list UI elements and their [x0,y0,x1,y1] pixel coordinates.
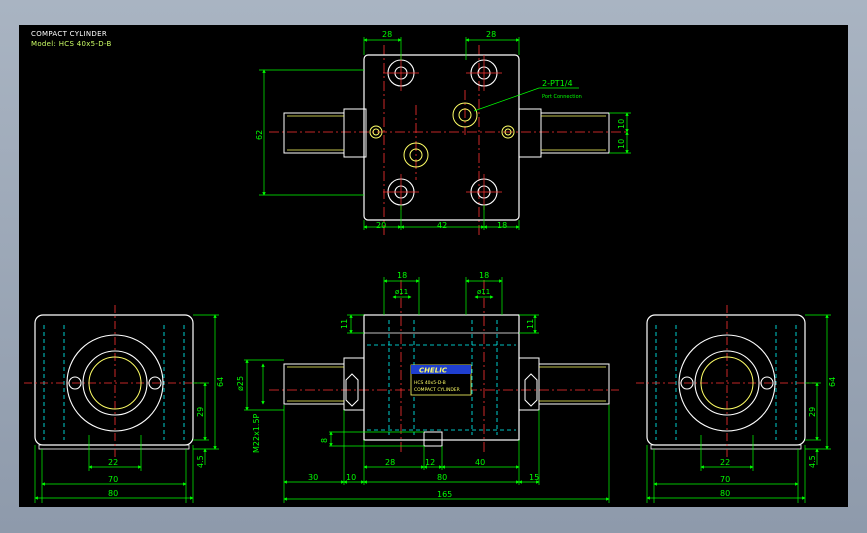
dim-mid-8: 8 [320,438,329,443]
dim-mid-11b: 11 [526,319,535,329]
top-view: 28 28 62 10 10 20 42 18 2-PT1/4 Port Con… [255,30,631,235]
dim-top-20: 20 [376,221,386,230]
dim-mid-165: 165 [437,490,452,499]
plate-line2: COMPACT CYLINDER [414,387,460,393]
drawing-title: COMPACT CYLINDER [31,30,107,38]
dim-mid-12: 12 [425,458,435,467]
window-frame: COMPACT CYLINDER Model: HCS 40x5-D-B 28 … [0,0,867,533]
dim-l-70: 70 [108,475,118,484]
dim-l-80: 80 [108,489,118,498]
drawing-model: Model: HCS 40x5-D-B [31,40,112,48]
dim-mid-80: 80 [437,473,447,482]
dim-mid-10: 10 [346,473,356,482]
dim-mid-d25: ø25 [236,376,245,391]
dim-r-80: 80 [720,489,730,498]
dim-r-22: 22 [720,458,730,467]
brand-label: CHELIC [419,367,448,375]
port-label: 2-PT1/4 [542,79,573,88]
dim-r-29: 29 [808,407,817,417]
dim-top-10b: 10 [617,139,626,149]
dim-r-70: 70 [720,475,730,484]
dim-mid-28: 28 [385,458,395,467]
dim-mid-15: 15 [529,473,539,482]
dim-top-28b: 28 [486,30,496,39]
dim-r-45: 4.5 [808,455,817,468]
dim-mid-11a: 11 [340,319,349,329]
dim-l-64: 64 [216,377,225,387]
left-end-view: 64 29 4.5 22 70 80 [24,305,225,503]
drawing-canvas: 28 28 62 10 10 20 42 18 2-PT1/4 Port Con… [24,30,837,503]
dim-l-45: 4.5 [196,455,205,468]
dim-mid-40: 40 [475,458,485,467]
plate-line1: HCS 40x5-D-B [414,380,446,386]
dim-l-29: 29 [196,407,205,417]
dim-top-18: 18 [497,221,507,230]
dim-mid-d11b: ø11 [477,288,490,296]
dim-mid-18b: 18 [479,271,489,280]
port-sublabel: Port Connection [542,94,582,100]
dim-top-42: 42 [437,221,447,230]
dim-top-28a: 28 [382,30,392,39]
dim-mid-m22: M22x1.5P [252,413,261,453]
dim-l-22: 22 [108,458,118,467]
right-end-view: 64 29 4.5 22 70 80 [636,305,837,503]
front-view: CHELIC HCS 40x5-D-B COMPACT CYLINDER 18 … [236,271,619,503]
cad-viewport[interactable]: COMPACT CYLINDER Model: HCS 40x5-D-B 28 … [19,25,848,507]
dim-mid-30: 30 [308,473,318,482]
dim-top-62: 62 [255,130,264,140]
dim-top-10a: 10 [617,119,626,129]
dim-mid-18a: 18 [397,271,407,280]
dim-r-64: 64 [828,377,837,387]
dim-mid-d11a: ø11 [395,288,408,296]
